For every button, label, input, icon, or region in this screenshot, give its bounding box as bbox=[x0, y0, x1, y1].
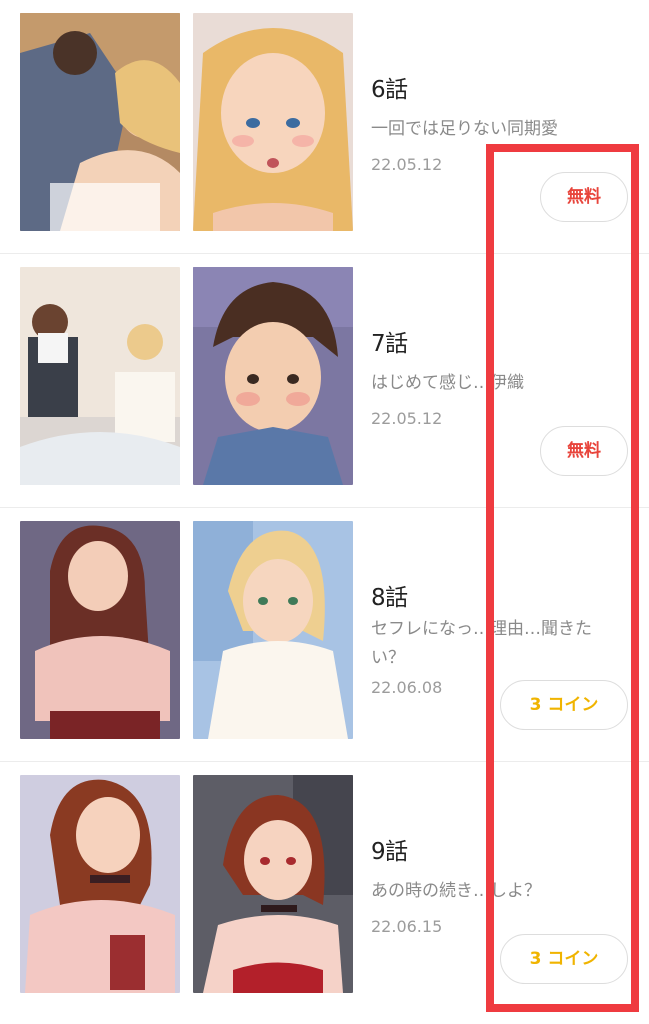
episode-thumbnail-image bbox=[193, 521, 353, 739]
episode-thumbnail-image bbox=[20, 775, 180, 993]
episode-date: 22.06.15 bbox=[371, 917, 443, 936]
episode-thumbnail-image bbox=[193, 775, 353, 993]
free-read-button[interactable]: 無料 bbox=[540, 172, 628, 222]
episode-title: 6話 bbox=[371, 77, 408, 103]
episode-row[interactable]: 8話 セフレになっ…理由…聞きたい？ 22.06.08 3 コイン bbox=[0, 508, 649, 762]
episode-subtitle: セフレになっ…理由…聞きたい？ bbox=[371, 619, 592, 668]
episode-date: 22.05.12 bbox=[371, 155, 443, 174]
episode-row[interactable]: 7話 はじめて感じ…伊織 22.05.12 無料 bbox=[0, 254, 649, 508]
coin-unlock-button[interactable]: 3 コイン bbox=[500, 680, 628, 730]
episode-date: 22.06.08 bbox=[371, 678, 443, 697]
episode-thumbnail-image bbox=[193, 13, 353, 231]
episode-thumbnail-image bbox=[193, 267, 353, 485]
episode-thumbnail-image bbox=[20, 13, 180, 231]
episode-thumbnail-image bbox=[20, 267, 180, 485]
free-read-button[interactable]: 無料 bbox=[540, 426, 628, 476]
episode-title: 9話 bbox=[371, 839, 408, 865]
episode-title: 7話 bbox=[371, 331, 408, 357]
episode-subtitle: 一回では足りない同期愛 bbox=[371, 119, 558, 139]
coin-unlock-button[interactable]: 3 コイン bbox=[500, 934, 628, 984]
episode-subtitle: あの時の続き…しよ？ bbox=[371, 881, 541, 901]
episode-subtitle: はじめて感じ…伊織 bbox=[371, 373, 524, 393]
episode-title: 8話 bbox=[371, 585, 408, 611]
episode-date: 22.05.12 bbox=[371, 409, 443, 428]
episode-row[interactable]: 6話 一回では足りない同期愛 22.05.12 無料 bbox=[0, 0, 649, 254]
episode-thumbnail-image bbox=[20, 521, 180, 739]
episode-row[interactable]: 9話 あの時の続き…しよ？ 22.06.15 3 コイン bbox=[0, 762, 649, 1016]
